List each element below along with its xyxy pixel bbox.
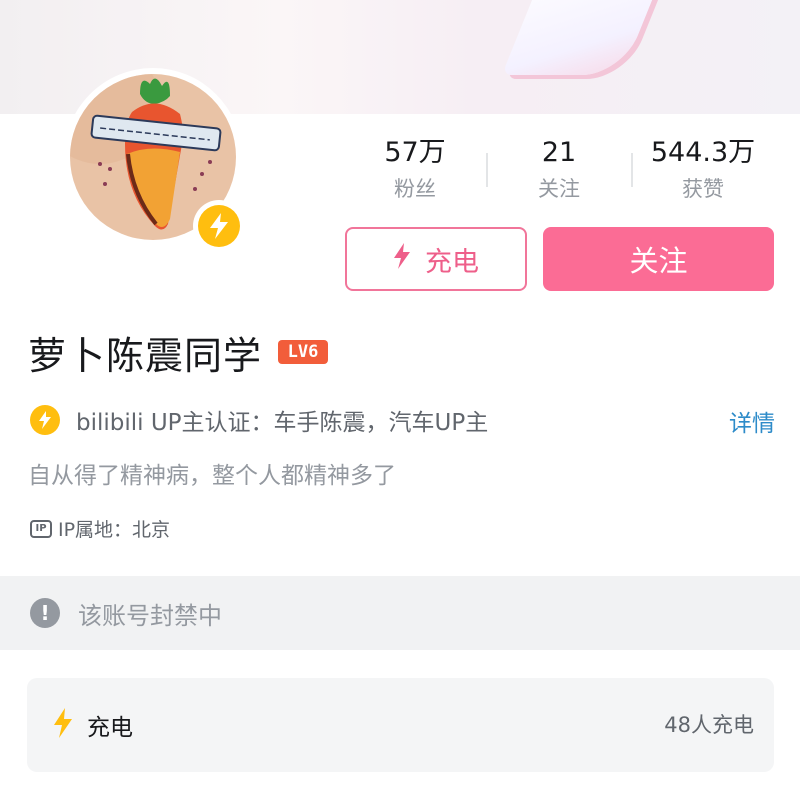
banned-notice: ! 该账号封禁中: [0, 576, 800, 650]
profile-stats: 57万 粉丝 21 关注 544.3万 获赞: [345, 135, 775, 215]
verified-lightning-icon: [30, 405, 60, 435]
detail-link[interactable]: 详情: [729, 404, 775, 438]
lightning-icon: [393, 242, 411, 276]
follow-button[interactable]: 关注: [543, 227, 774, 291]
ip-location-row: IP IP属地：北京: [30, 515, 170, 542]
charge-button[interactable]: 充电: [345, 227, 527, 291]
charge-section[interactable]: 充电 48人充电: [27, 678, 774, 772]
profile-name-row: 萝卜陈震同学 LV6: [28, 326, 329, 378]
ip-location-text: IP属地：北京: [58, 519, 171, 541]
username: 萝卜陈震同学: [28, 333, 263, 378]
banned-notice-text: 该账号封禁中: [78, 601, 222, 630]
charge-count: 48人充电: [664, 713, 754, 737]
warning-icon: !: [30, 598, 60, 628]
verification-text: bilibili UP主认证：车手陈震，汽车UP主: [76, 410, 489, 436]
stat-following-label: 关注: [538, 177, 580, 201]
stat-following[interactable]: 21 关注: [489, 135, 629, 205]
banner-decoration: [501, 0, 669, 75]
charge-section-label: 充电: [87, 715, 133, 741]
stat-likes-value: 544.3万: [650, 137, 756, 168]
lightning-icon: [53, 708, 73, 742]
verified-badge: [193, 200, 245, 252]
ip-icon: IP: [30, 519, 52, 538]
stat-divider: [486, 153, 488, 187]
profile-signature: 自从得了精神病，整个人都精神多了: [28, 463, 396, 489]
level-badge: LV6: [278, 340, 329, 364]
stat-likes-label: 获赞: [682, 177, 724, 201]
stat-fans-label: 粉丝: [394, 177, 436, 201]
charge-button-label: 充电: [425, 246, 479, 278]
stat-fans-value: 57万: [384, 137, 446, 168]
stat-following-value: 21: [541, 137, 577, 168]
verification-row: bilibili UP主认证：车手陈震，汽车UP主 详情: [30, 400, 775, 440]
verified-lightning-icon: [198, 205, 240, 247]
follow-button-label: 关注: [629, 244, 688, 278]
stat-likes[interactable]: 544.3万 获赞: [633, 135, 773, 205]
stat-fans[interactable]: 57万 粉丝: [345, 135, 485, 205]
